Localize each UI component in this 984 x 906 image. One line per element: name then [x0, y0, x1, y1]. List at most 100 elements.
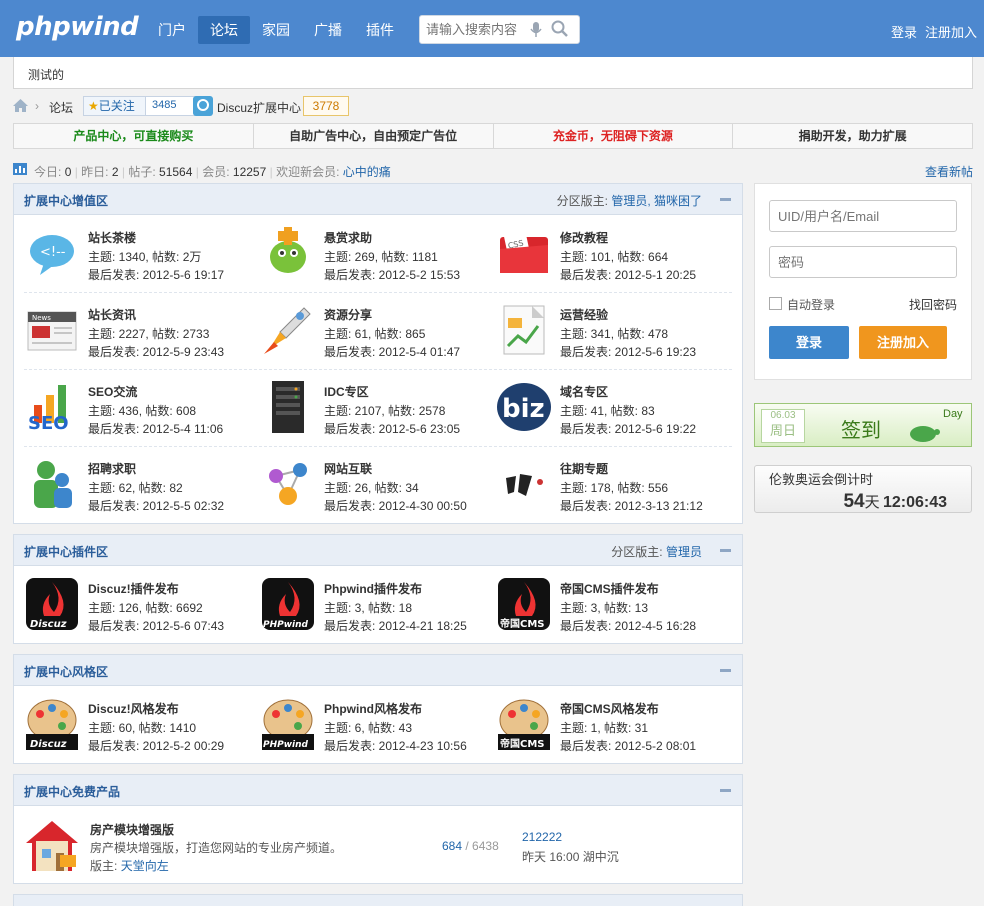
collapse-icon[interactable]: [720, 669, 731, 672]
forum-name[interactable]: 修改教程: [560, 229, 608, 246]
forum-item[interactable]: 悬赏求助 主题: 269, 帖数: 1181 最后发表: 2012-5-2 15…: [260, 217, 496, 294]
forum-item[interactable]: PHPwind Phpwind风格发布 主题: 6, 帖数: 43 最后发表: …: [260, 688, 496, 765]
forum-name[interactable]: Phpwind风格发布: [324, 700, 422, 717]
forum-last-post[interactable]: 最后发表: 2012-4-21 18:25: [324, 617, 467, 634]
sign-in-text: 签到: [841, 420, 881, 442]
forum-item[interactable]: Discuz Discuz!风格发布 主题: 60, 帖数: 1410 最后发表…: [24, 688, 260, 765]
forum-item[interactable]: Discuz Discuz!插件发布 主题: 126, 帖数: 6692 最后发…: [24, 568, 260, 645]
forum-last-post[interactable]: 最后发表: 2012-5-6 19:17: [88, 266, 224, 283]
forum-item[interactable]: IDC专区 主题: 2107, 帖数: 2578 最后发表: 2012-5-6 …: [260, 371, 496, 448]
ad-recharge[interactable]: 充金币，无阻碍下资源: [494, 124, 734, 148]
forum-name[interactable]: Phpwind插件发布: [324, 580, 422, 597]
forum-item[interactable]: CSS 修改教程 主题: 101, 帖数: 664 最后发表: 2012-5-1…: [496, 217, 732, 294]
forum-last-post[interactable]: 最后发表: 2012-5-2 15:53: [324, 266, 460, 283]
section-title[interactable]: 扩展中心插件区: [24, 543, 108, 560]
nav-broadcast[interactable]: 广播: [306, 16, 350, 44]
nav-forum[interactable]: 论坛: [198, 16, 250, 44]
search-icon[interactable]: [551, 20, 569, 38]
login-button[interactable]: 登录: [769, 326, 849, 359]
folder-css-icon: CSS: [500, 228, 548, 273]
forum-item[interactable]: biz 域名专区 主题: 41, 帖数: 83 最后发表: 2012-5-6 1…: [496, 371, 732, 448]
forum-last-post[interactable]: 最后发表: 2012-5-1 20:25: [560, 266, 696, 283]
ad-product-center[interactable]: 产品中心，可直接购买: [14, 124, 254, 148]
forum-name[interactable]: IDC专区: [324, 383, 369, 400]
forum-last-post[interactable]: 最后发表: 2012-5-2 00:29: [88, 737, 224, 754]
collapse-icon[interactable]: [720, 198, 731, 201]
moderator-links[interactable]: 管理员: [666, 545, 702, 559]
forum-item[interactable]: PHPwind Phpwind插件发布 主题: 3, 帖数: 18 最后发表: …: [260, 568, 496, 645]
forum-item[interactable]: 帝国CMS 帝国CMS插件发布 主题: 3, 帖数: 13 最后发表: 2012…: [496, 568, 732, 645]
last-post-title-link[interactable]: 212222: [522, 830, 562, 844]
header-login-link[interactable]: 登录: [891, 22, 917, 41]
auto-login-label[interactable]: 自动登录: [787, 296, 835, 313]
forum-item[interactable]: News 站长资讯 主题: 2227, 帖数: 2733 最后发表: 2012-…: [24, 294, 260, 371]
forum-name[interactable]: 域名专区: [560, 383, 608, 400]
newest-member-link[interactable]: 心中的痛: [343, 165, 391, 179]
nav-plugins[interactable]: 插件: [358, 16, 402, 44]
nav-home[interactable]: 家园: [254, 16, 298, 44]
forum-name[interactable]: 站长资讯: [88, 306, 136, 323]
section-title[interactable]: 扩展中心增值区: [24, 192, 108, 209]
forum-name[interactable]: 站长茶楼: [88, 229, 136, 246]
forum-last-post[interactable]: 最后发表: 2012-5-9 23:43: [88, 343, 224, 360]
nav-portal[interactable]: 门户: [150, 16, 194, 44]
forgot-password-link[interactable]: 找回密码: [909, 296, 957, 313]
forum-last-post[interactable]: 最后发表: 2012-4-30 00:50: [324, 497, 467, 514]
home-icon[interactable]: [13, 99, 28, 112]
forum-last-post[interactable]: 最后发表: 2012-5-2 08:01: [560, 737, 696, 754]
moderator-link[interactable]: 天堂向左: [121, 859, 169, 873]
view-new-posts-link[interactable]: 查看新帖: [925, 163, 973, 180]
forum-name[interactable]: 招聘求职: [88, 460, 136, 477]
ext-center-link[interactable]: Discuz扩展中心: [217, 99, 301, 116]
forum-item[interactable]: 帝国CMS 帝国CMS风格发布 主题: 1, 帖数: 31 最后发表: 2012…: [496, 688, 732, 765]
header-register-link[interactable]: 注册加入: [925, 22, 977, 41]
forum-last-post[interactable]: 最后发表: 2012-5-5 02:32: [88, 497, 224, 514]
username-input[interactable]: [769, 200, 957, 232]
register-button[interactable]: 注册加入: [859, 326, 947, 359]
ad-donate[interactable]: 捐助开发，助力扩展: [733, 124, 972, 148]
forum-name[interactable]: 帝国CMS风格发布: [560, 700, 659, 717]
follow-button[interactable]: ★已关注 3485: [83, 96, 196, 116]
microphone-icon[interactable]: [530, 22, 542, 38]
forum-name[interactable]: 往期专题: [560, 460, 608, 477]
forum-item[interactable]: 招聘求职 主题: 62, 帖数: 82 最后发表: 2012-5-5 02:32: [24, 448, 260, 525]
auto-login-checkbox[interactable]: [769, 297, 782, 310]
forum-item[interactable]: 网站互联 主题: 26, 帖数: 34 最后发表: 2012-4-30 00:5…: [260, 448, 496, 525]
forum-last-post[interactable]: 最后发表: 2012-5-6 19:23: [560, 343, 696, 360]
section-free-products: 扩展中心免费产品 房产模块增强版 房产模块增强版，打造您网站的专业房产频道。 版…: [13, 774, 743, 884]
forum-last-post[interactable]: 最后发表: 2012-5-6 07:43: [88, 617, 224, 634]
forum-item[interactable]: 往期专题 主题: 178, 帖数: 556 最后发表: 2012-3-13 21…: [496, 448, 732, 525]
password-input[interactable]: [769, 246, 957, 278]
breadcrumb-forum[interactable]: 论坛: [49, 99, 73, 116]
phpwind-logo[interactable]: phpwind: [16, 12, 139, 42]
sign-in-banner[interactable]: 06.03 周日 签到 Day: [754, 403, 972, 447]
section-title[interactable]: 扩展中心风格区: [24, 663, 108, 680]
forum-last-post[interactable]: 最后发表: 2012-4-23 10:56: [324, 737, 467, 754]
forum-last-post[interactable]: 最后发表: 2012-5-6 23:05: [324, 420, 460, 437]
ad-self-service[interactable]: 自助广告中心，自由预定广告位: [254, 124, 494, 148]
forum-last-post[interactable]: 最后发表: 2012-3-13 21:12: [560, 497, 703, 514]
forum-name[interactable]: 网站互联: [324, 460, 372, 477]
search-input[interactable]: [426, 16, 536, 43]
forum-item[interactable]: 资源分享 主题: 61, 帖数: 865 最后发表: 2012-5-4 01:4…: [260, 294, 496, 371]
collapse-icon[interactable]: [720, 549, 731, 552]
forum-item[interactable]: <!-- 站长茶楼 主题: 1340, 帖数: 2万 最后发表: 2012-5-…: [24, 217, 260, 294]
forum-name[interactable]: SEO交流: [88, 383, 137, 400]
forum-name[interactable]: 帝国CMS插件发布: [560, 580, 659, 597]
forum-name[interactable]: 房产模块增强版: [90, 821, 174, 838]
collapse-icon[interactable]: [720, 789, 731, 792]
forum-name[interactable]: Discuz!风格发布: [88, 700, 179, 717]
forum-last-post[interactable]: 最后发表: 2012-5-4 11:06: [88, 420, 223, 437]
forum-last-post[interactable]: 最后发表: 2012-4-5 16:28: [560, 617, 696, 634]
forum-item[interactable]: 运营经验 主题: 341, 帖数: 478 最后发表: 2012-5-6 19:…: [496, 294, 732, 371]
ad-bar: 产品中心，可直接购买 自助广告中心，自由预定广告位 充金币，无阻碍下资源 捐助开…: [13, 123, 973, 149]
forum-last-post[interactable]: 最后发表: 2012-5-6 19:22: [560, 420, 696, 437]
moderator-links[interactable]: 管理员, 猫咪困了: [611, 194, 702, 208]
forum-name[interactable]: 运营经验: [560, 306, 608, 323]
forum-name[interactable]: 资源分享: [324, 306, 372, 323]
forum-name[interactable]: Discuz!插件发布: [88, 580, 179, 597]
forum-last-post[interactable]: 最后发表: 2012-5-4 01:47: [324, 343, 460, 360]
forum-item[interactable]: SEO SEO交流 主题: 436, 帖数: 608 最后发表: 2012-5-…: [24, 371, 260, 448]
forum-name[interactable]: 悬赏求助: [324, 229, 372, 246]
section-title[interactable]: 扩展中心免费产品: [24, 783, 120, 800]
